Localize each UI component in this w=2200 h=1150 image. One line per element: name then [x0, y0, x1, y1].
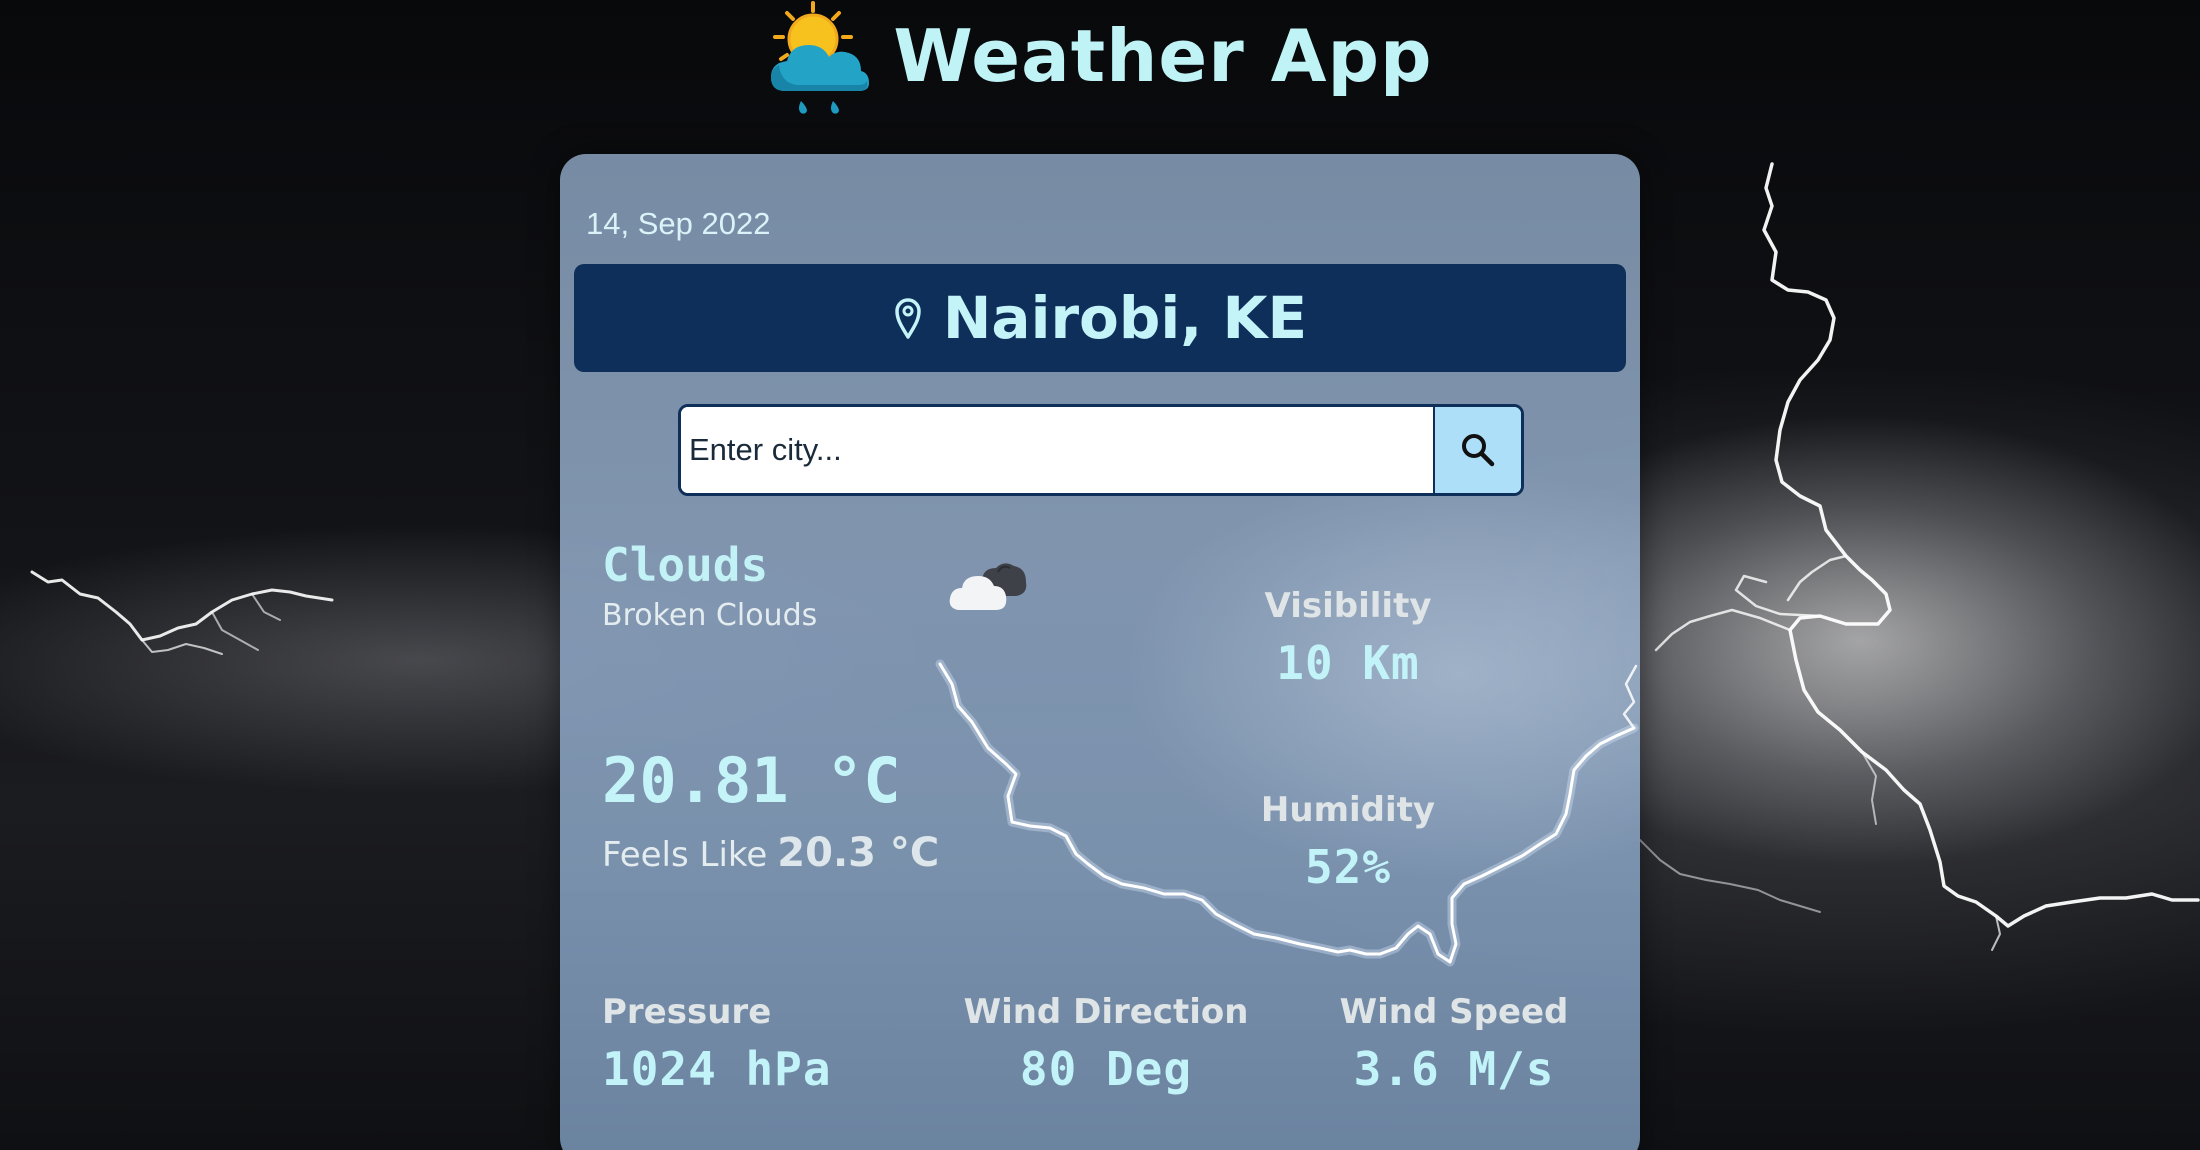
app-header: Weather App: [0, 0, 2200, 120]
search-box: [678, 404, 1524, 496]
app-title: Weather App: [893, 14, 1433, 98]
broken-clouds-icon: [949, 563, 1027, 610]
visibility-value: 10 Km: [1276, 636, 1420, 690]
condition-description: Broken Clouds: [602, 598, 818, 633]
wind-direction-stat: Wind Direction 80 Deg: [926, 992, 1286, 1096]
feels-like: Feels Like 20.3 °C: [602, 830, 939, 876]
search-icon: [1462, 434, 1495, 467]
humidity-stat: Humidity 52%: [1198, 790, 1498, 894]
wind-direction-label: Wind Direction: [963, 992, 1249, 1032]
background-storm: Weather App 14, Sep 2022 Nairobi, KE Ent…: [0, 0, 2200, 1150]
visibility-label: Visibility: [1264, 586, 1432, 626]
humidity-label: Humidity: [1260, 790, 1436, 830]
sun-cloud-rain-icon: [771, 1, 870, 114]
city-name: Nairobi, KE: [942, 284, 1308, 352]
map-pin-icon: [895, 298, 921, 339]
wind-direction-value: 80 Deg: [1019, 1042, 1193, 1096]
visibility-stat: Visibility 10 Km: [1198, 586, 1498, 690]
weather-card: 14, Sep 2022 Nairobi, KE Clouds Broken C…: [560, 154, 1640, 1150]
condition-main: Clouds: [602, 538, 769, 592]
wind-speed-value: 3.6 M/s: [1353, 1042, 1555, 1096]
location-bar: Nairobi, KE: [574, 264, 1626, 372]
pressure-stat: Pressure 1024 hPa: [602, 992, 832, 1096]
humidity-value: 52%: [1304, 840, 1392, 894]
feels-like-label: Feels Like: [602, 835, 768, 875]
search-button[interactable]: [1433, 407, 1521, 493]
wind-speed-label: Wind Speed: [1339, 992, 1569, 1032]
temperature-value: 20.81 °C: [602, 744, 901, 817]
pressure-value: 1024 hPa: [602, 1042, 832, 1096]
date-label: 14, Sep 2022: [586, 206, 771, 241]
wind-speed-stat: Wind Speed 3.6 M/s: [1304, 992, 1604, 1096]
pressure-label: Pressure: [602, 992, 772, 1032]
feels-like-value: 20.3 °C: [777, 830, 940, 876]
city-search-input[interactable]: [681, 407, 1433, 493]
